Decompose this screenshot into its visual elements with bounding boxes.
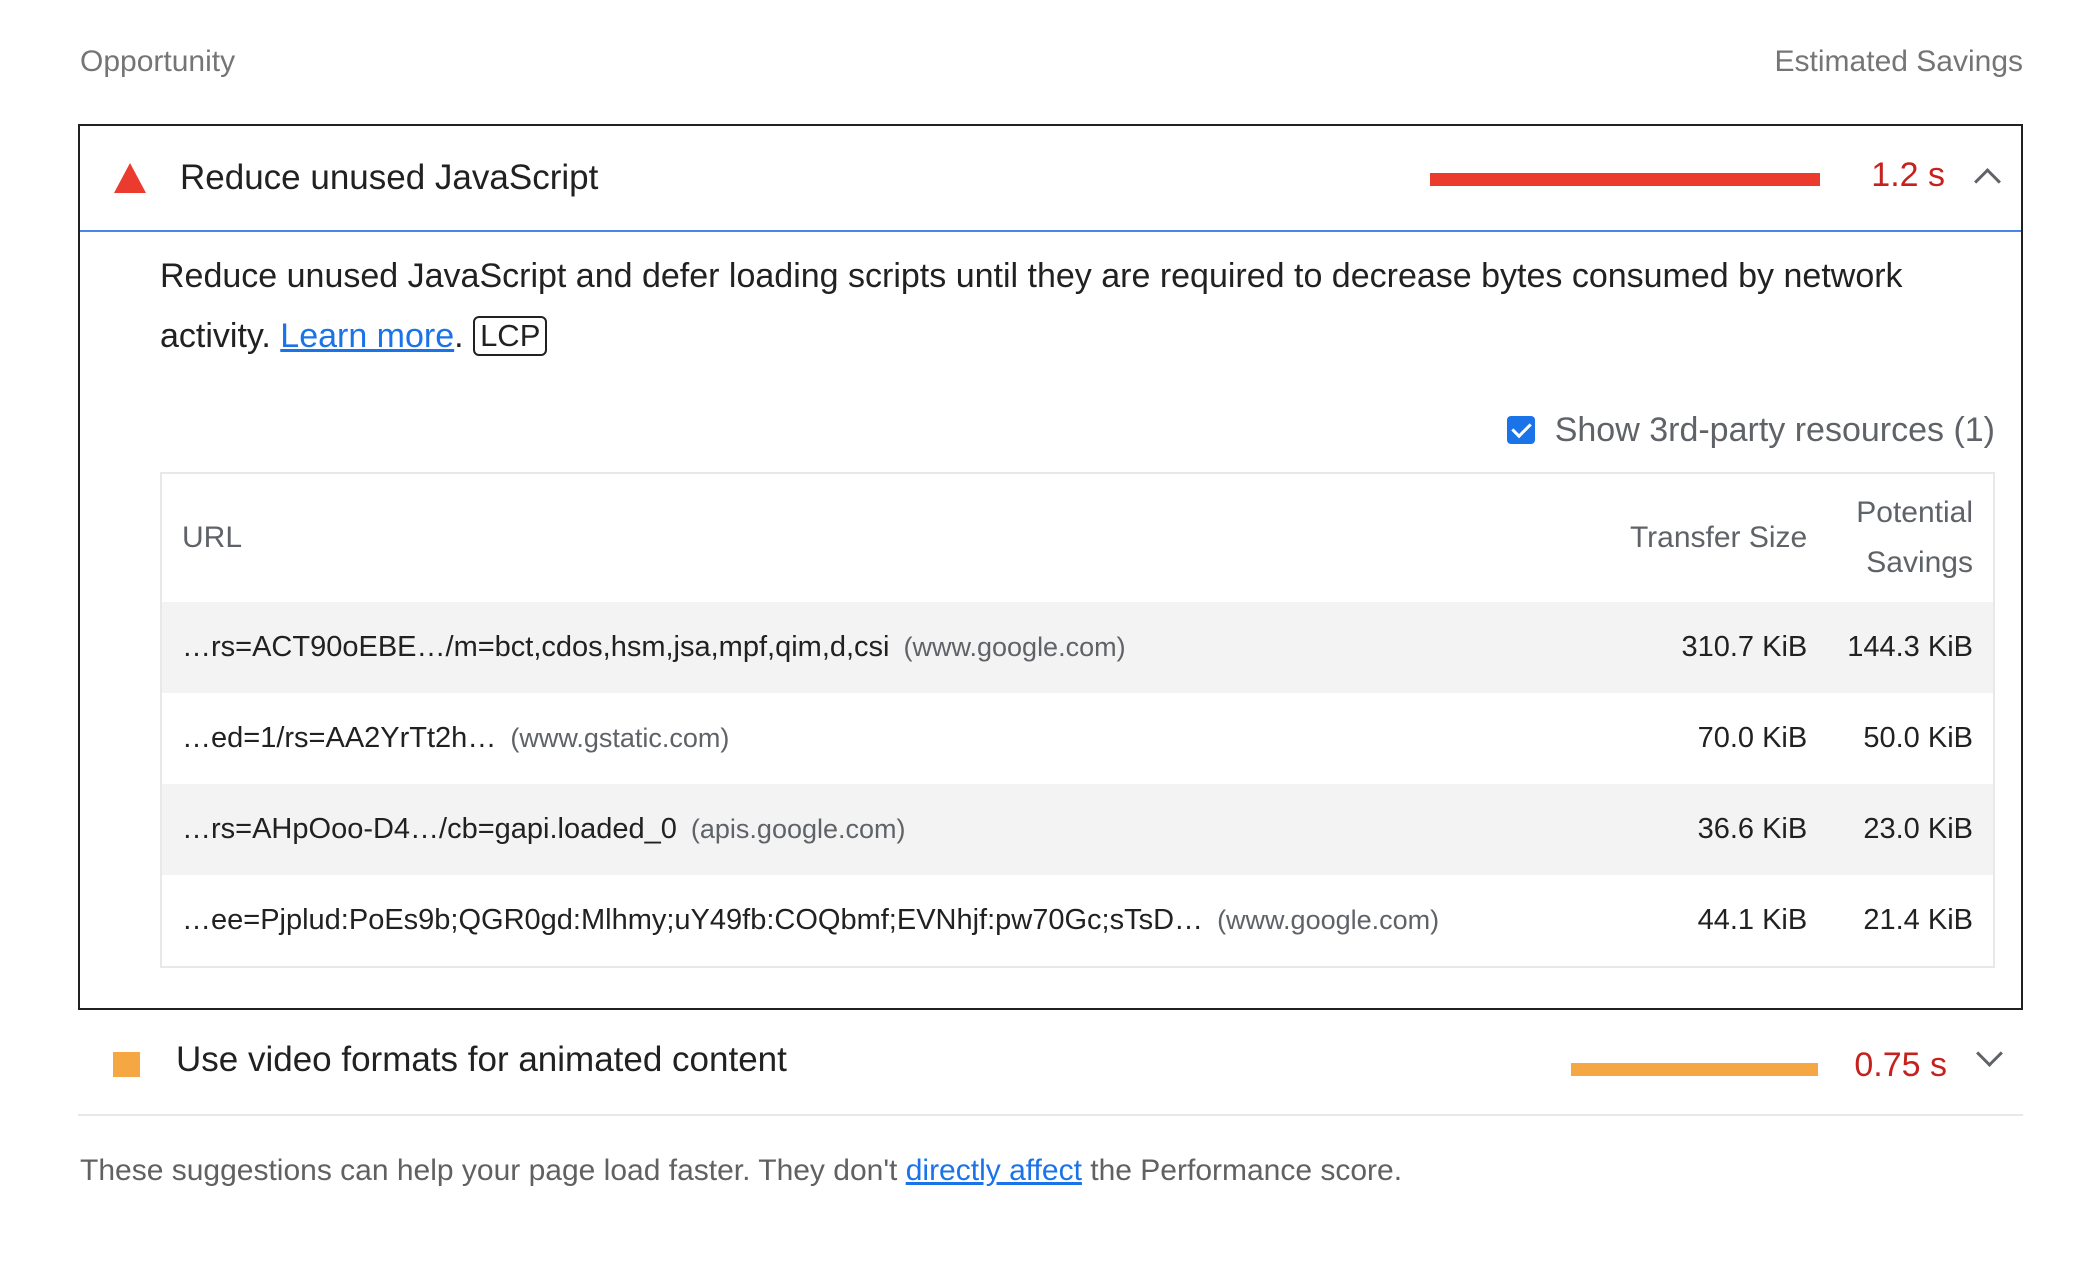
column-headers: Opportunity Estimated Savings	[78, 0, 2023, 124]
third-party-label[interactable]: Show 3rd-party resources (1)	[1555, 411, 1995, 450]
transfer-size-cell: 310.7 KiB	[1607, 602, 1828, 693]
transfer-size-cell: 44.1 KiB	[1697, 904, 1808, 936]
host-text: (apis.google.com)	[690, 814, 906, 844]
metric-badge-lcp: LCP	[473, 316, 548, 356]
table-row: …rs=AHpOoo-D4…/cb=gapi.loaded_0 (apis.goo…	[162, 784, 1993, 875]
audit-unused-javascript: Reduce unused JavaScript 1.2 s Reduce un…	[78, 124, 2023, 1010]
column-url: URL	[182, 521, 243, 554]
footer-text-after: the Performance score.	[1081, 1154, 1403, 1187]
url-text[interactable]: …rs=AHpOoo-D4…/cb=gapi.loaded_0	[182, 813, 677, 845]
url-text[interactable]: …ee=Pjplud:PoEs9b;QGR0gd:Mlhmy;uY49fb:CO…	[182, 904, 1203, 936]
savings-bar	[1571, 1063, 1818, 1076]
footer-note: These suggestions can help your page loa…	[78, 1154, 2023, 1188]
potential-savings-cell: 21.4 KiB	[1863, 904, 1973, 936]
opportunities-section: Opportunity Estimated Savings Reduce unu…	[78, 0, 2023, 1188]
potential-savings-cell: 144.3 KiB	[1827, 602, 1993, 693]
third-party-filter[interactable]: Show 3rd-party resources (1)	[160, 400, 1995, 460]
description-period: .	[454, 317, 464, 355]
footer-text-before: These suggestions can help your page loa…	[80, 1154, 906, 1187]
estimated-savings-header: Estimated Savings	[1774, 45, 2023, 78]
chevron-up-icon[interactable]	[1974, 168, 2001, 195]
url-cell[interactable]: …rs=AHpOoo-D4…/cb=gapi.loaded_0 (apis.goo…	[162, 784, 1608, 875]
url-cell[interactable]: …ed=1/rs=AA2YrTt2h… (www.gstatic.com)	[162, 693, 1607, 784]
average-square-icon	[113, 1052, 140, 1077]
audit-header-unused-javascript[interactable]: Reduce unused JavaScript 1.2 s	[80, 126, 2021, 232]
savings-value: 1.2 s	[1871, 156, 1945, 194]
third-party-checkbox[interactable]	[1506, 416, 1535, 444]
potential-savings-cell: 50.0 KiB	[1863, 722, 1973, 754]
learn-more-link[interactable]: Learn more	[280, 317, 454, 355]
host-text: (www.google.com)	[1217, 905, 1440, 935]
audit-title: Reduce unused JavaScript	[180, 158, 599, 197]
host-text: (www.gstatic.com)	[510, 723, 730, 753]
audit-video-formats[interactable]: Use video formats for animated content 0…	[78, 1010, 2023, 1116]
chevron-down-icon[interactable]	[1976, 1040, 2003, 1067]
savings-value: 0.75 s	[1854, 1046, 1947, 1084]
transfer-size-cell: 36.6 KiB	[1607, 784, 1828, 875]
table-row: …ee=Pjplud:PoEs9b;QGR0gd:Mlhmy;uY49fb:CO…	[162, 875, 1993, 966]
audit-details: Reduce unused JavaScript and defer loadi…	[80, 232, 2021, 1008]
table-row: …ed=1/rs=AA2YrTt2h… (www.gstatic.com) 70.…	[162, 693, 1993, 784]
audit-title: Use video formats for animated content	[176, 1040, 787, 1079]
url-cell[interactable]: …ee=Pjplud:PoEs9b;QGR0gd:Mlhmy;uY49fb:CO…	[162, 875, 1607, 966]
url-text[interactable]: …ed=1/rs=AA2YrTt2h…	[182, 722, 496, 754]
warning-triangle-icon	[114, 163, 146, 193]
transfer-size-cell: 70.0 KiB	[1697, 722, 1808, 754]
url-text[interactable]: …rs=ACT90oEBE…/m=bct,cdos,hsm,jsa,mpf,qi…	[182, 631, 890, 663]
opportunity-header: Opportunity	[80, 45, 236, 78]
audit-description: Reduce unused JavaScript and defer loadi…	[160, 246, 1995, 366]
resources-table: URL Transfer Size Potential Savings …rs=…	[160, 472, 1995, 968]
table-header-row: URL Transfer Size Potential Savings	[162, 474, 1993, 602]
host-text: (www.google.com)	[903, 632, 1126, 662]
column-potential-savings: Potential Savings	[1856, 496, 1973, 579]
potential-savings-cell: 23.0 KiB	[1827, 784, 1993, 875]
url-cell[interactable]: …rs=ACT90oEBE…/m=bct,cdos,hsm,jsa,mpf,qi…	[162, 602, 1608, 693]
column-transfer-size: Transfer Size	[1629, 521, 1808, 554]
directly-affect-link[interactable]: directly affect	[906, 1154, 1082, 1187]
table-row: …rs=ACT90oEBE…/m=bct,cdos,hsm,jsa,mpf,qi…	[162, 602, 1993, 693]
savings-bar	[1430, 173, 1820, 186]
